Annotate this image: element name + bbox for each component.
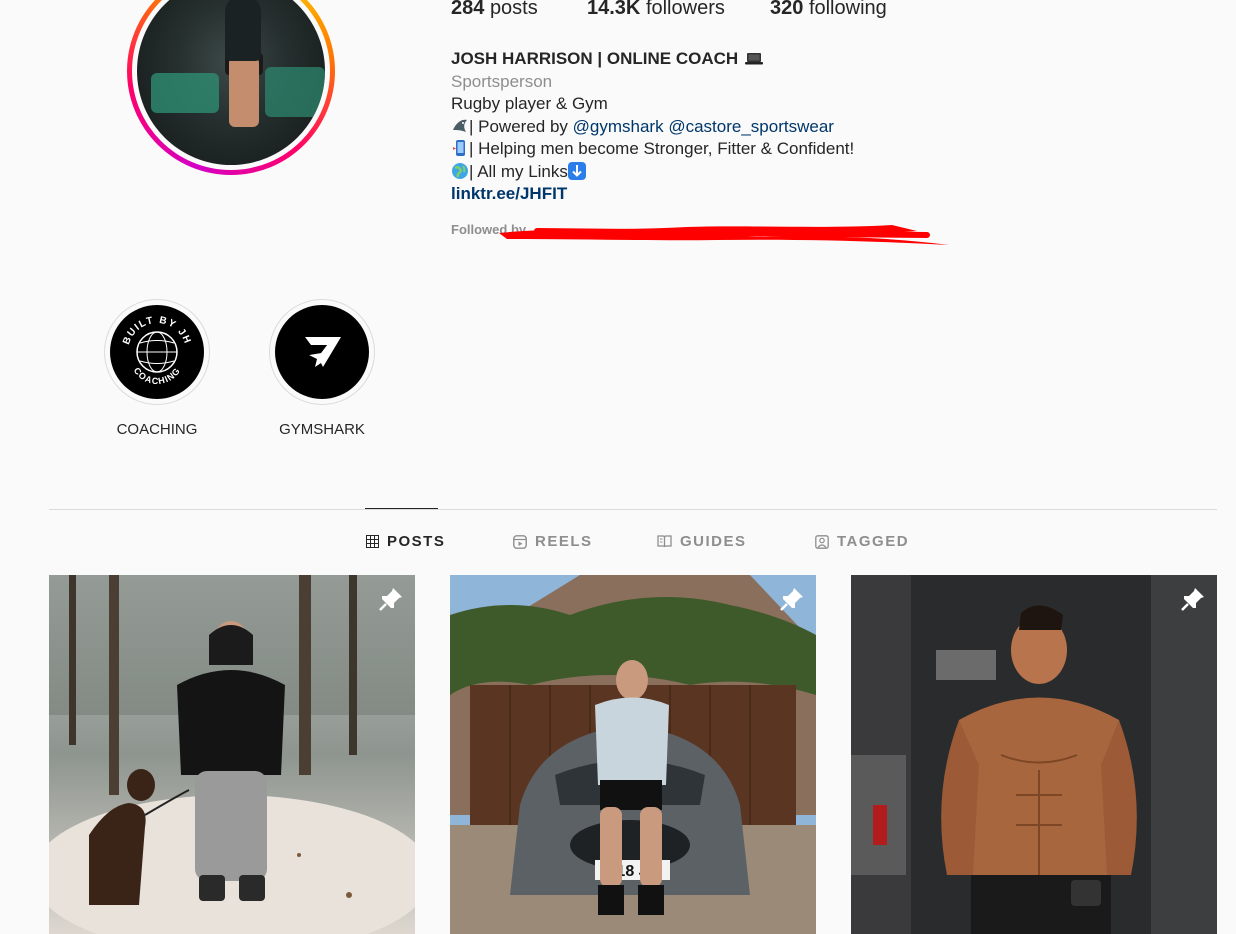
profile-name: JOSH HARRISON | ONLINE COACH bbox=[451, 49, 739, 68]
gym-machine-left bbox=[151, 73, 219, 113]
posts-label: posts bbox=[489, 0, 538, 19]
posts-stat: 284 posts bbox=[451, 0, 538, 20]
following-stat[interactable]: 320 following bbox=[770, 0, 887, 20]
tab-tagged-label: TAGGED bbox=[837, 533, 910, 550]
followers-label: followers bbox=[645, 0, 725, 19]
built-by-jh-logo: BUILT BY JH COACHING bbox=[121, 315, 193, 386]
followers-count: 14.3K bbox=[587, 0, 641, 19]
down-arrow-icon bbox=[567, 161, 586, 180]
badge-bottom-text: COACHING bbox=[132, 365, 182, 386]
avatar-person bbox=[225, 0, 261, 61]
gymshark-badge bbox=[275, 305, 369, 399]
coaching-badge: BUILT BY JH COACHING bbox=[110, 305, 204, 399]
bio-line-1: Rugby player & Gym bbox=[451, 94, 608, 113]
gymshark-logo-icon bbox=[305, 337, 341, 367]
mention-gymshark[interactable]: @gymshark bbox=[573, 117, 664, 136]
avatar-legs bbox=[229, 57, 259, 127]
profile-category: Sportsperson bbox=[451, 71, 553, 91]
laptop-icon bbox=[743, 51, 765, 69]
pinned-icon bbox=[379, 588, 402, 611]
post-tile-1[interactable] bbox=[49, 575, 415, 934]
grid-icon bbox=[366, 535, 379, 548]
tab-reels-label: REELS bbox=[535, 533, 593, 550]
globe-icon bbox=[451, 162, 469, 180]
bio-all-links: | All my Links bbox=[469, 161, 568, 181]
profile-bio: JOSH HARRISON | ONLINE COACH Sportsperso… bbox=[451, 48, 854, 206]
bio-powered-by: | Powered by bbox=[469, 116, 573, 136]
following-label: following bbox=[808, 0, 887, 19]
bio-line-2: | Powered by @gymshark @castore_sportswe… bbox=[451, 116, 854, 139]
post-image-gym-mirror bbox=[851, 575, 1217, 934]
pinned-icon bbox=[780, 588, 803, 611]
tab-posts[interactable]: POSTS bbox=[366, 533, 445, 550]
tab-guides-label: GUIDES bbox=[680, 533, 747, 550]
followers-stat[interactable]: 14.3K followers bbox=[587, 0, 725, 20]
tab-posts-label: POSTS bbox=[387, 533, 446, 550]
post-image-car: 18 J bbox=[450, 575, 816, 934]
gym-machine-right bbox=[265, 67, 325, 117]
active-tab-indicator bbox=[365, 508, 438, 509]
reels-icon bbox=[513, 534, 527, 549]
shark-icon bbox=[451, 117, 469, 135]
bio-link[interactable]: linktr.ee/JHFIT bbox=[451, 183, 854, 206]
tab-guides[interactable]: GUIDES bbox=[657, 533, 747, 550]
tabs-divider bbox=[49, 509, 1217, 510]
post-image-snow-forest bbox=[49, 575, 415, 934]
badge-top-text: BUILT BY JH bbox=[121, 315, 191, 346]
following-count: 320 bbox=[770, 0, 804, 19]
highlight-gymshark[interactable] bbox=[269, 299, 375, 405]
posts-count: 284 bbox=[451, 0, 485, 19]
pinned-icon bbox=[1181, 588, 1204, 611]
tagged-icon bbox=[815, 534, 829, 549]
redaction-scribble bbox=[499, 225, 949, 245]
phone-icon bbox=[451, 139, 469, 157]
bio-line-3: | Helping men become Stronger, Fitter & … bbox=[451, 138, 854, 161]
guides-icon bbox=[657, 535, 672, 548]
svg-text:COACHING: COACHING bbox=[132, 365, 183, 386]
post-tile-2[interactable]: 18 J bbox=[450, 575, 816, 934]
highlight-label-coaching: COACHING bbox=[116, 421, 198, 438]
profile-name-row: JOSH HARRISON | ONLINE COACH bbox=[451, 48, 854, 71]
tab-tagged[interactable]: TAGGED bbox=[815, 533, 909, 550]
highlight-label-gymshark: GYMSHARK bbox=[279, 421, 365, 438]
highlight-coaching[interactable]: BUILT BY JH COACHING bbox=[104, 299, 210, 405]
svg-text:BUILT BY JH: BUILT BY JH bbox=[121, 315, 193, 346]
post-tile-3[interactable] bbox=[851, 575, 1217, 934]
bio-line-4: | All my Links bbox=[451, 161, 854, 184]
profile-avatar[interactable] bbox=[127, 0, 335, 175]
bio-helping: | Helping men become Stronger, Fitter & … bbox=[469, 139, 855, 158]
mention-castore[interactable]: @castore_sportswear bbox=[668, 117, 834, 136]
tab-reels[interactable]: REELS bbox=[513, 533, 593, 550]
